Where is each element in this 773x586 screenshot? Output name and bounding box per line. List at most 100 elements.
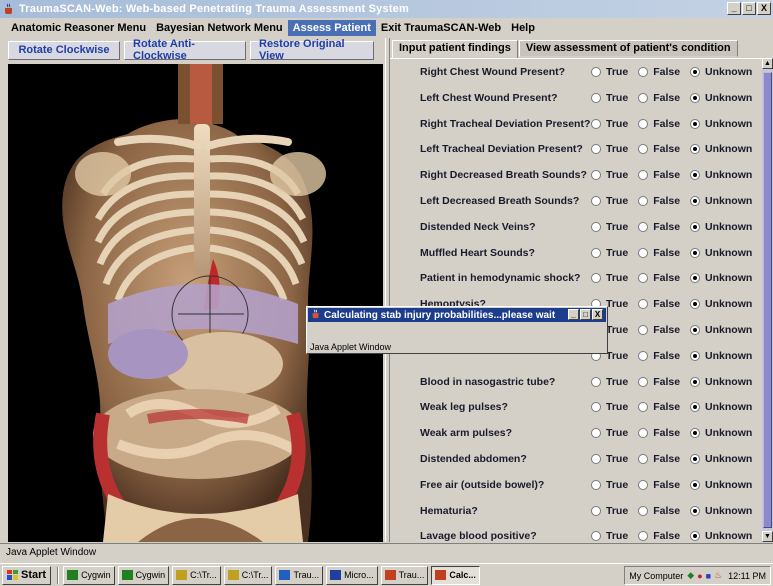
radio-unknown[interactable] — [690, 376, 701, 387]
dialog-minimize-button[interactable]: _ — [568, 309, 579, 320]
radio-true[interactable] — [591, 273, 601, 284]
taskbar-item[interactable]: Cygwin — [63, 565, 115, 585]
radio-unknown-option[interactable]: Unknown — [690, 401, 752, 413]
radio-false[interactable] — [638, 67, 649, 77]
radio-unknown-option[interactable]: Unknown — [690, 221, 752, 233]
radio-false-option[interactable]: False — [638, 247, 680, 259]
radio-unknown-option[interactable]: Unknown — [690, 195, 752, 207]
radio-false[interactable] — [638, 505, 649, 516]
radio-true[interactable] — [591, 118, 601, 129]
radio-true-option[interactable]: True — [591, 530, 628, 542]
taskbar-item[interactable]: C:\Tr... — [172, 565, 221, 585]
radio-false[interactable] — [638, 144, 649, 155]
tray-java-icon[interactable]: ♨ — [714, 570, 722, 581]
taskbar-item[interactable]: Calc... — [431, 565, 480, 585]
radio-true[interactable] — [591, 505, 601, 516]
radio-true[interactable] — [591, 428, 601, 439]
radio-true[interactable] — [591, 221, 601, 232]
radio-unknown-option[interactable]: Unknown — [690, 453, 752, 465]
radio-true-option[interactable]: True — [591, 118, 628, 130]
radio-false-option[interactable]: False — [638, 272, 680, 284]
radio-unknown-option[interactable]: Unknown — [690, 324, 752, 336]
radio-false-option[interactable]: False — [638, 195, 680, 207]
radio-false[interactable] — [638, 454, 649, 464]
radio-false-option[interactable]: False — [638, 376, 680, 388]
start-button[interactable]: Start — [2, 565, 52, 585]
radio-unknown[interactable] — [690, 454, 701, 464]
clock[interactable]: 12:11 PM — [728, 571, 766, 581]
radio-unknown[interactable] — [690, 92, 701, 103]
radio-false-option[interactable]: False — [638, 298, 680, 310]
radio-false-option[interactable]: False — [638, 324, 680, 336]
tab-view-assessment[interactable]: View assessment of patient's condition — [518, 40, 738, 57]
radio-unknown[interactable] — [690, 325, 701, 335]
rotate-anticlockwise-button[interactable]: Rotate Anti-Clockwise — [124, 38, 246, 62]
radio-true[interactable] — [591, 454, 601, 464]
menu-bayesian-network[interactable]: Bayesian Network Menu — [151, 20, 288, 36]
scroll-up-button[interactable]: ▲ — [762, 58, 773, 69]
minimize-button[interactable]: _ — [727, 2, 741, 15]
my-computer-label[interactable]: My Computer — [629, 571, 683, 581]
radio-true-option[interactable]: True — [591, 479, 628, 491]
radio-unknown-option[interactable]: Unknown — [690, 530, 752, 542]
radio-false[interactable] — [638, 325, 649, 335]
taskbar-item[interactable]: Micro... — [326, 565, 378, 585]
dialog-titlebar[interactable]: Calculating stab injury probabilities...… — [308, 308, 606, 322]
close-button[interactable]: X — [757, 2, 771, 15]
radio-false-option[interactable]: False — [638, 401, 680, 413]
radio-false[interactable] — [638, 221, 649, 232]
radio-false[interactable] — [638, 428, 649, 439]
radio-unknown[interactable] — [690, 247, 701, 258]
radio-false[interactable] — [638, 531, 649, 542]
menu-help[interactable]: Help — [506, 20, 540, 36]
radio-true-option[interactable]: True — [591, 92, 628, 104]
radio-false-option[interactable]: False — [638, 143, 680, 155]
radio-unknown[interactable] — [690, 299, 701, 310]
radio-true-option[interactable]: True — [591, 272, 628, 284]
radio-unknown-option[interactable]: Unknown — [690, 118, 752, 130]
tab-input-findings[interactable]: Input patient findings — [392, 40, 518, 58]
radio-false[interactable] — [638, 479, 649, 490]
radio-false-option[interactable]: False — [638, 169, 680, 181]
radio-unknown[interactable] — [690, 221, 701, 232]
radio-true[interactable] — [591, 170, 601, 181]
radio-true-option[interactable]: True — [591, 247, 628, 259]
radio-unknown[interactable] — [690, 479, 701, 490]
taskbar-item[interactable]: Trau... — [275, 565, 324, 585]
radio-unknown-option[interactable]: Unknown — [690, 247, 752, 259]
radio-false[interactable] — [638, 170, 649, 181]
radio-unknown-option[interactable]: Unknown — [690, 376, 752, 388]
radio-true[interactable] — [591, 67, 601, 77]
radio-false-option[interactable]: False — [638, 118, 680, 130]
radio-false-option[interactable]: False — [638, 92, 680, 104]
anatomy-3d-viewer[interactable] — [8, 64, 383, 542]
tray-app-icon[interactable]: ● — [697, 571, 702, 581]
radio-false-option[interactable]: False — [638, 530, 680, 542]
radio-true-option[interactable]: True — [591, 195, 628, 207]
radio-true-option[interactable]: True — [591, 427, 628, 439]
radio-unknown[interactable] — [690, 273, 701, 284]
radio-unknown-option[interactable]: Unknown — [690, 66, 752, 78]
radio-unknown[interactable] — [690, 118, 701, 129]
dialog-close-button[interactable]: X — [592, 309, 603, 320]
rotate-clockwise-button[interactable]: Rotate Clockwise — [8, 40, 120, 60]
radio-false[interactable] — [638, 247, 649, 258]
scroll-thumb[interactable] — [763, 72, 772, 528]
radio-true[interactable] — [591, 196, 601, 206]
radio-false[interactable] — [638, 196, 649, 206]
scroll-down-button[interactable]: ▼ — [762, 531, 773, 542]
radio-unknown-option[interactable]: Unknown — [690, 92, 752, 104]
radio-true[interactable] — [591, 376, 601, 387]
radio-true[interactable] — [591, 531, 601, 542]
radio-unknown[interactable] — [690, 350, 701, 361]
radio-false-option[interactable]: False — [638, 479, 680, 491]
radio-unknown-option[interactable]: Unknown — [690, 272, 752, 284]
radio-unknown[interactable] — [690, 196, 701, 206]
radio-true-option[interactable]: True — [591, 453, 628, 465]
restore-view-button[interactable]: Restore Original View — [250, 38, 374, 62]
radio-true[interactable] — [591, 402, 601, 413]
menu-assess-patient[interactable]: Assess Patient — [287, 20, 376, 36]
radio-true-option[interactable]: True — [591, 401, 628, 413]
radio-unknown-option[interactable]: Unknown — [690, 479, 752, 491]
radio-true-option[interactable]: True — [591, 169, 628, 181]
